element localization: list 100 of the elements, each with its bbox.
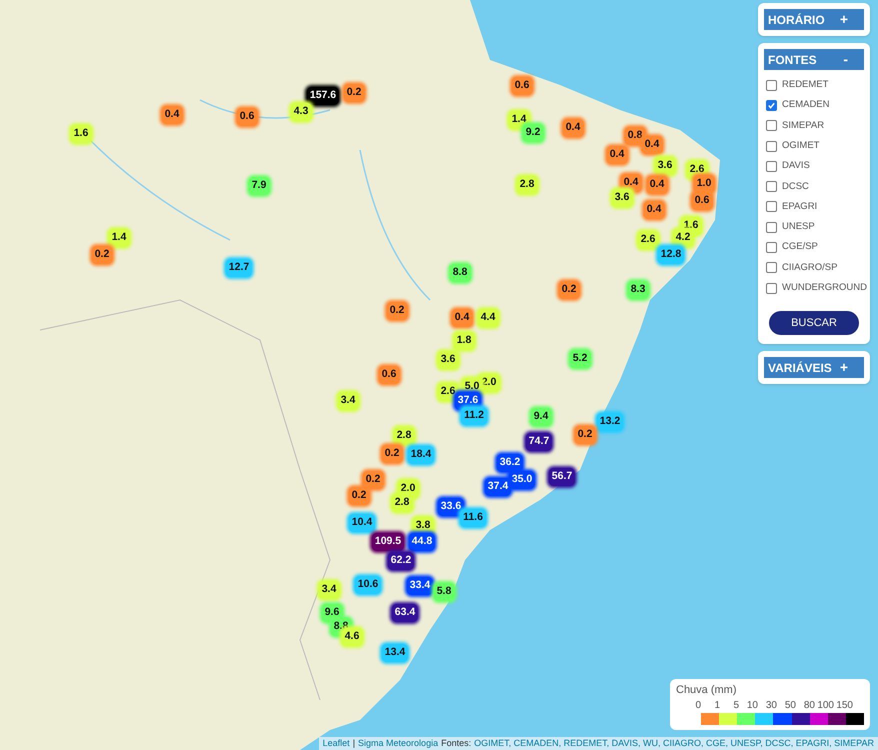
rain-marker[interactable]: 8.8	[450, 264, 470, 282]
source-checkbox[interactable]	[766, 282, 777, 294]
rain-marker[interactable]: 3.4	[318, 581, 340, 599]
source-checkbox[interactable]	[766, 201, 777, 212]
panel-title: VARIÁVEIS	[768, 360, 832, 377]
source-checkbox[interactable]	[766, 120, 777, 132]
rain-marker[interactable]: 36.2	[496, 454, 524, 472]
rain-marker[interactable]: 0.2	[362, 471, 384, 489]
rain-marker[interactable]: 0.4	[646, 176, 668, 194]
rain-marker[interactable]: 0.2	[348, 487, 370, 505]
source-label: OGIMET	[782, 138, 820, 153]
rain-marker[interactable]: 0.2	[386, 302, 408, 320]
rain-marker[interactable]: 33.4	[406, 577, 434, 595]
rain-marker[interactable]: 3.4	[338, 392, 358, 410]
rain-marker[interactable]: 13.4	[382, 644, 408, 662]
rain-marker[interactable]: 1.8	[454, 332, 474, 350]
legend-tick: 50	[784, 699, 796, 713]
rain-marker[interactable]: 0.4	[642, 136, 662, 154]
legend-tick: 150	[835, 699, 853, 713]
attribution-link[interactable]: Leaflet	[322, 736, 350, 750]
legend-tick: 5	[732, 699, 739, 713]
panel-header[interactable]: FONTES -	[764, 49, 864, 70]
source-checkbox[interactable]	[766, 181, 777, 192]
rain-marker[interactable]: 35.0	[508, 471, 536, 489]
panel-title: FONTES	[768, 52, 817, 68]
source-checkbox[interactable]	[766, 222, 777, 233]
source-checkbox[interactable]	[766, 80, 777, 91]
rain-marker[interactable]: 44.8	[408, 533, 436, 551]
rain-marker[interactable]: 4.3	[290, 103, 312, 121]
rain-marker[interactable]: 33.6	[438, 498, 464, 516]
rain-marker[interactable]: 0.2	[382, 445, 402, 463]
panel-header[interactable]: HORÁRIO +	[764, 9, 864, 30]
rain-marker[interactable]: 3.6	[438, 351, 458, 369]
source-label: DCSC	[782, 180, 809, 194]
attribution-text: |	[352, 736, 356, 750]
panel-title: HORÁRIO	[768, 12, 825, 28]
rain-marker[interactable]: 56.7	[548, 468, 576, 486]
rain-marker[interactable]: 3.6	[654, 157, 676, 175]
attribution-link[interactable]: Sigma Meteorologia	[358, 736, 438, 750]
rain-marker[interactable]: 0.2	[574, 426, 596, 444]
source-checkbox[interactable]	[766, 160, 777, 172]
rain-marker[interactable]: 5.2	[570, 350, 590, 368]
rain-marker[interactable]: 0.4	[162, 106, 182, 124]
rain-marker[interactable]: 109.5	[372, 533, 404, 551]
source-label: SIMEPAR	[782, 118, 824, 133]
source-checkbox[interactable]	[766, 100, 777, 111]
rain-marker[interactable]: 63.4	[392, 604, 418, 622]
rain-marker[interactable]: 0.6	[692, 192, 712, 210]
rain-marker[interactable]: 2.6	[438, 383, 458, 401]
rain-marker[interactable]: 11.6	[460, 509, 486, 527]
rain-marker[interactable]: 13.2	[596, 413, 624, 431]
source-checkbox[interactable]	[766, 242, 777, 254]
rain-marker[interactable]: 1.4	[508, 111, 530, 129]
rain-marker[interactable]: 0.6	[236, 108, 258, 126]
rain-marker[interactable]: 0.6	[378, 366, 400, 384]
rain-marker[interactable]: 9.4	[530, 408, 552, 426]
rain-marker[interactable]: 0.4	[452, 309, 472, 327]
source-checkbox[interactable]	[766, 140, 777, 152]
rain-marker[interactable]: 4.4	[478, 309, 498, 327]
rain-marker[interactable]: 2.6	[638, 231, 658, 249]
rain-marker[interactable]: 8.3	[628, 281, 648, 299]
rain-marker[interactable]: 9.2	[522, 124, 544, 142]
rain-marker[interactable]: 2.8	[392, 494, 412, 512]
rain-marker[interactable]: 10.4	[348, 514, 376, 532]
source-label: DAVIS	[782, 159, 810, 174]
source-checkbox[interactable]	[766, 262, 777, 274]
rain-marker[interactable]: 4.6	[342, 628, 362, 646]
attribution-link[interactable]: OGIMET, CEMADEN, REDEMET, DAVIS, WU, CIIAGRO, CGE, UNESP, DCSC, EPAGRI, SIMEPAR	[474, 736, 874, 750]
rain-marker[interactable]: 2.8	[516, 176, 538, 194]
rain-marker[interactable]: 0.6	[512, 77, 532, 95]
rain-marker[interactable]: 12.7	[226, 259, 252, 277]
rain-marker[interactable]: 1.0	[694, 175, 714, 193]
rain-marker[interactable]: 0.2	[344, 84, 364, 102]
rain-marker[interactable]: 37.4	[484, 478, 512, 496]
rain-marker[interactable]: 157.6	[306, 87, 340, 105]
rain-marker[interactable]: 0.4	[644, 201, 664, 219]
rain-marker[interactable]: 1.4	[108, 229, 130, 247]
rain-marker[interactable]: 3.6	[612, 189, 632, 207]
rain-marker[interactable]: 12.8	[658, 246, 684, 264]
rain-marker[interactable]: 74.7	[526, 433, 552, 451]
legend-tick: 80	[802, 699, 815, 713]
legend-tick: 1	[713, 699, 720, 713]
rain-marker[interactable]: 11.2	[461, 407, 487, 425]
legend-tick: 30	[764, 699, 777, 713]
rain-marker[interactable]: 62.2	[388, 552, 414, 570]
rain-marker[interactable]: 4.2	[672, 229, 694, 247]
rain-marker[interactable]: 0.4	[562, 119, 584, 137]
rain-marker[interactable]: 18.4	[408, 446, 434, 464]
panel-header[interactable]: VARIÁVEIS +	[764, 357, 864, 378]
rain-marker[interactable]: 0.2	[92, 246, 112, 264]
search-button[interactable]: BUSCAR	[769, 311, 859, 336]
rain-marker[interactable]: 1.6	[70, 125, 92, 143]
rain-marker[interactable]: 2.8	[394, 427, 414, 445]
rain-marker[interactable]: 7.9	[248, 177, 270, 195]
rain-marker[interactable]: 10.6	[354, 576, 382, 594]
rain-marker[interactable]: 0.8	[624, 127, 646, 145]
rain-marker[interactable]: 5.8	[434, 583, 454, 601]
legend-tick: 0	[694, 699, 701, 713]
rain-marker[interactable]: 0.2	[558, 281, 580, 299]
rain-marker[interactable]: 0.4	[606, 146, 628, 164]
